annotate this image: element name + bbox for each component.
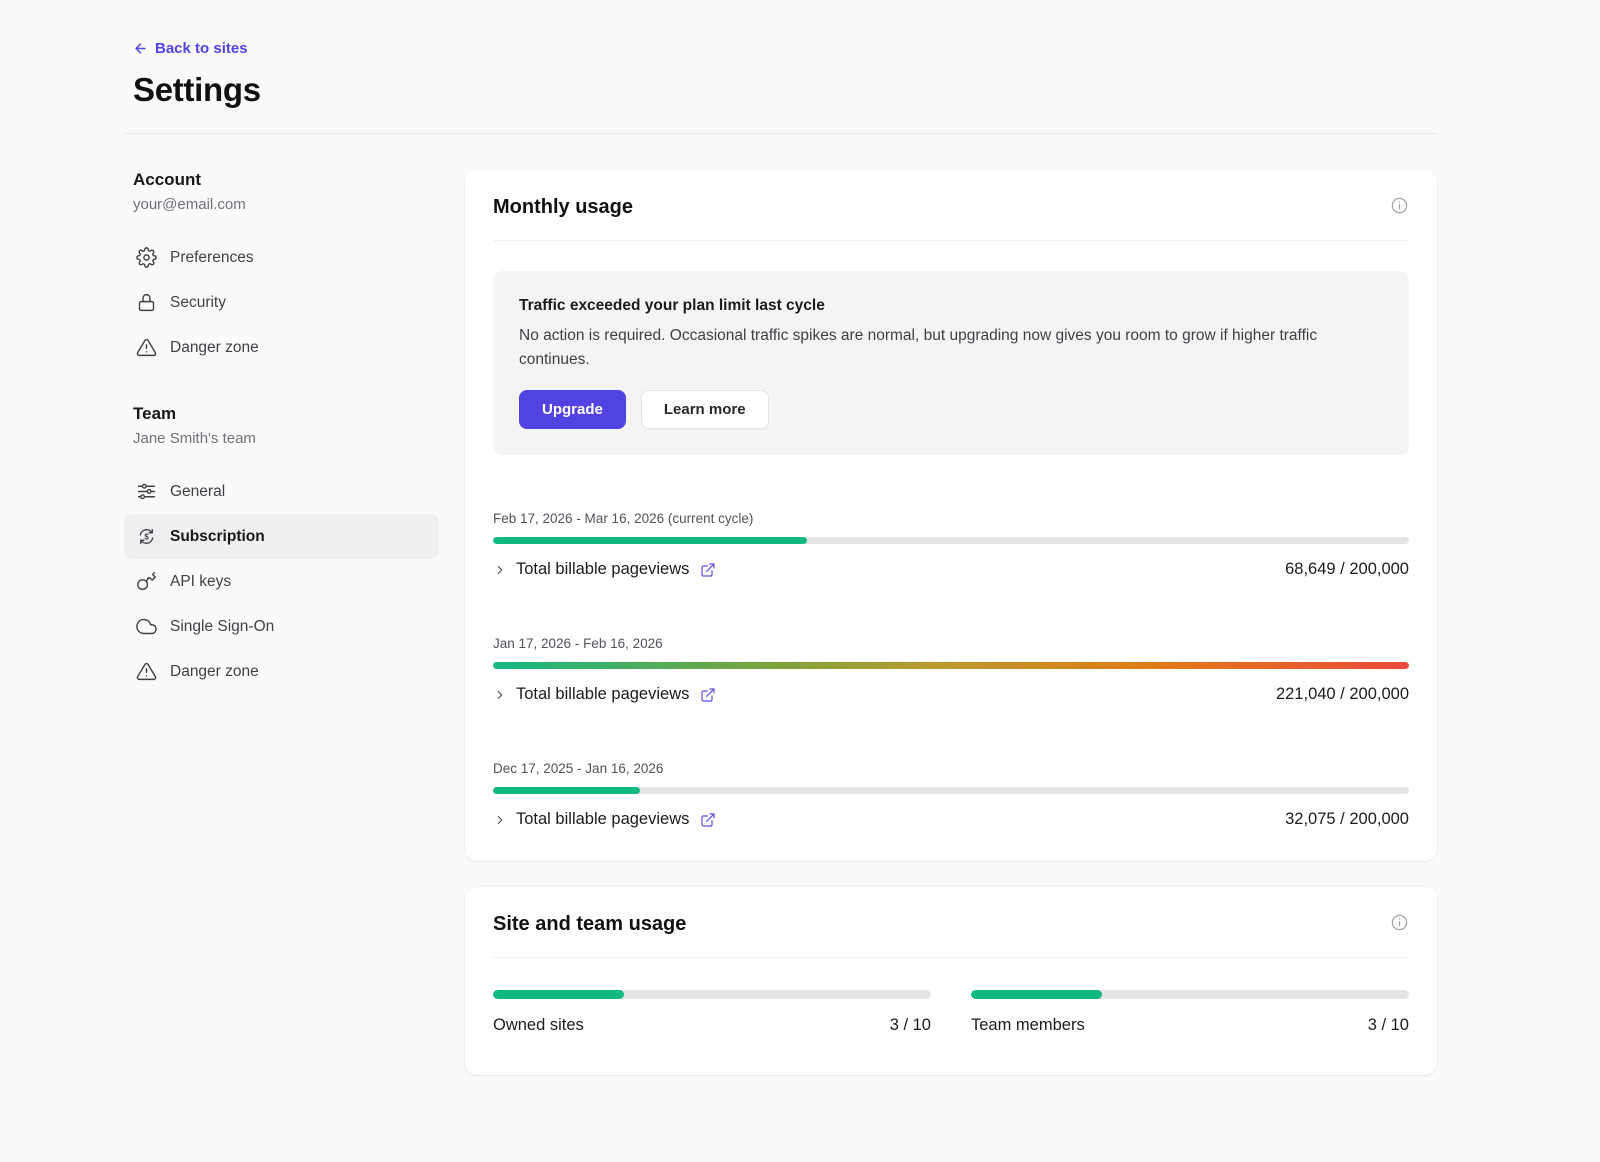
meter-value: 3 / 10 <box>890 1016 931 1035</box>
sidebar-item-label: Single Sign-On <box>170 618 274 636</box>
key-icon <box>136 571 157 592</box>
external-link-icon[interactable] <box>700 687 716 703</box>
sidebar-item-preferences[interactable]: Preferences <box>124 235 439 280</box>
cycle-period: Jan 17, 2026 - Feb 16, 2026 <box>493 636 1409 651</box>
monthly-usage-title: Monthly usage <box>493 196 633 219</box>
chevron-right-icon <box>493 563 507 577</box>
usage-cycle-previous: Jan 17, 2026 - Feb 16, 2026 Total billab… <box>493 636 1409 704</box>
cycle-period: Dec 17, 2025 - Jan 16, 2026 <box>493 761 1409 776</box>
lock-icon <box>136 292 157 313</box>
cycle-expand-toggle[interactable]: Total billable pageviews <box>493 810 716 829</box>
team-name: Jane Smith's team <box>133 430 439 447</box>
gear-icon <box>136 247 157 268</box>
sidebar-item-label: Security <box>170 294 226 312</box>
cycle-value: 68,649 / 200,000 <box>1285 560 1409 579</box>
sidebar-item-label: Danger zone <box>170 339 259 357</box>
card-divider <box>493 957 1409 958</box>
settings-main: Monthly usage Traffic exceeded your plan… <box>465 170 1437 1075</box>
owned-sites-meter: Owned sites 3 / 10 <box>493 990 931 1035</box>
sidebar-item-danger-zone-team[interactable]: Danger zone <box>124 649 439 694</box>
chevron-right-icon <box>493 688 507 702</box>
sidebar-item-single-sign-on[interactable]: Single Sign-On <box>124 604 439 649</box>
warning-triangle-icon <box>136 661 157 682</box>
cycle-metric-label: Total billable pageviews <box>516 685 689 704</box>
settings-page: Back to sites Settings Account your@emai… <box>0 0 1600 1075</box>
sidebar-item-subscription[interactable]: $ Subscription <box>124 514 439 559</box>
account-nav: Preferences Security Danger zone <box>124 235 439 370</box>
meter-value: 3 / 10 <box>1368 1016 1409 1035</box>
upgrade-button[interactable]: Upgrade <box>519 390 626 429</box>
external-link-icon[interactable] <box>700 812 716 828</box>
sidebar-item-label: General <box>170 483 225 501</box>
usage-progress-track <box>493 537 1409 544</box>
cycle-expand-toggle[interactable]: Total billable pageviews <box>493 560 716 579</box>
usage-progress-track <box>971 990 1409 999</box>
usage-progress-fill <box>493 787 640 794</box>
cycle-value: 32,075 / 200,000 <box>1285 810 1409 829</box>
cycle-value: 221,040 / 200,000 <box>1276 685 1409 704</box>
chevron-right-icon <box>493 813 507 827</box>
site-team-usage-title: Site and team usage <box>493 913 686 936</box>
svg-text:$: $ <box>144 532 149 541</box>
billing-cycle-icon: $ <box>136 526 157 547</box>
account-heading: Account <box>133 170 439 190</box>
info-icon[interactable] <box>1390 913 1409 932</box>
site-team-meters: Owned sites 3 / 10 Team members 3 / 10 <box>493 990 1409 1049</box>
notice-body: No action is required. Occasional traffi… <box>519 324 1383 372</box>
monthly-usage-card: Monthly usage Traffic exceeded your plan… <box>465 170 1437 861</box>
sidebar-item-api-keys[interactable]: API keys <box>124 559 439 604</box>
sidebar-item-label: Preferences <box>170 249 254 267</box>
team-nav: General $ Subscription API keys <box>124 469 439 694</box>
external-link-icon[interactable] <box>700 562 716 578</box>
page-title: Settings <box>133 71 1437 109</box>
usage-cycle-older: Dec 17, 2025 - Jan 16, 2026 Total billab… <box>493 761 1409 829</box>
sliders-icon <box>136 481 157 502</box>
usage-progress-fill <box>493 990 624 999</box>
cloud-icon <box>136 616 157 637</box>
arrow-left-icon <box>133 41 148 56</box>
team-members-meter: Team members 3 / 10 <box>971 990 1409 1035</box>
cycle-period: Feb 17, 2026 - Mar 16, 2026 (current cyc… <box>493 511 1409 526</box>
meter-label: Owned sites <box>493 1016 584 1035</box>
sidebar-item-label: API keys <box>170 573 231 591</box>
usage-progress-track <box>493 990 931 999</box>
sidebar-item-label: Subscription <box>170 528 265 546</box>
usage-progress-track <box>493 787 1409 794</box>
usage-progress-fill <box>971 990 1102 999</box>
usage-progress-fill <box>493 662 1409 669</box>
team-section-header: Team Jane Smith's team <box>124 404 439 447</box>
sidebar-item-danger-zone-account[interactable]: Danger zone <box>124 325 439 370</box>
account-email: your@email.com <box>133 196 439 213</box>
notice-title: Traffic exceeded your plan limit last cy… <box>519 297 1383 315</box>
sidebar-item-general[interactable]: General <box>124 469 439 514</box>
learn-more-button[interactable]: Learn more <box>641 390 769 429</box>
cycle-expand-toggle[interactable]: Total billable pageviews <box>493 685 716 704</box>
cycle-metric-label: Total billable pageviews <box>516 560 689 579</box>
warning-triangle-icon <box>136 337 157 358</box>
team-heading: Team <box>133 404 439 424</box>
usage-cycles-list: Feb 17, 2026 - Mar 16, 2026 (current cyc… <box>493 511 1409 829</box>
traffic-exceeded-notice: Traffic exceeded your plan limit last cy… <box>493 271 1409 455</box>
usage-progress-track <box>493 662 1409 669</box>
sidebar-item-label: Danger zone <box>170 663 259 681</box>
sidebar-item-security[interactable]: Security <box>124 280 439 325</box>
card-divider <box>493 240 1409 241</box>
account-section-header: Account your@email.com <box>124 170 439 213</box>
usage-progress-fill <box>493 537 807 544</box>
back-link-label: Back to sites <box>155 40 248 57</box>
cycle-metric-label: Total billable pageviews <box>516 810 689 829</box>
settings-sidebar: Account your@email.com Preferences Secur… <box>124 170 439 694</box>
site-team-usage-card: Site and team usage Owned sites 3 / 10 <box>465 887 1437 1075</box>
back-to-sites-link[interactable]: Back to sites <box>133 40 248 57</box>
page-header: Back to sites Settings <box>124 40 1437 109</box>
meter-label: Team members <box>971 1016 1085 1035</box>
usage-cycle-current: Feb 17, 2026 - Mar 16, 2026 (current cyc… <box>493 511 1409 579</box>
info-icon[interactable] <box>1390 196 1409 215</box>
header-divider <box>124 133 1437 134</box>
